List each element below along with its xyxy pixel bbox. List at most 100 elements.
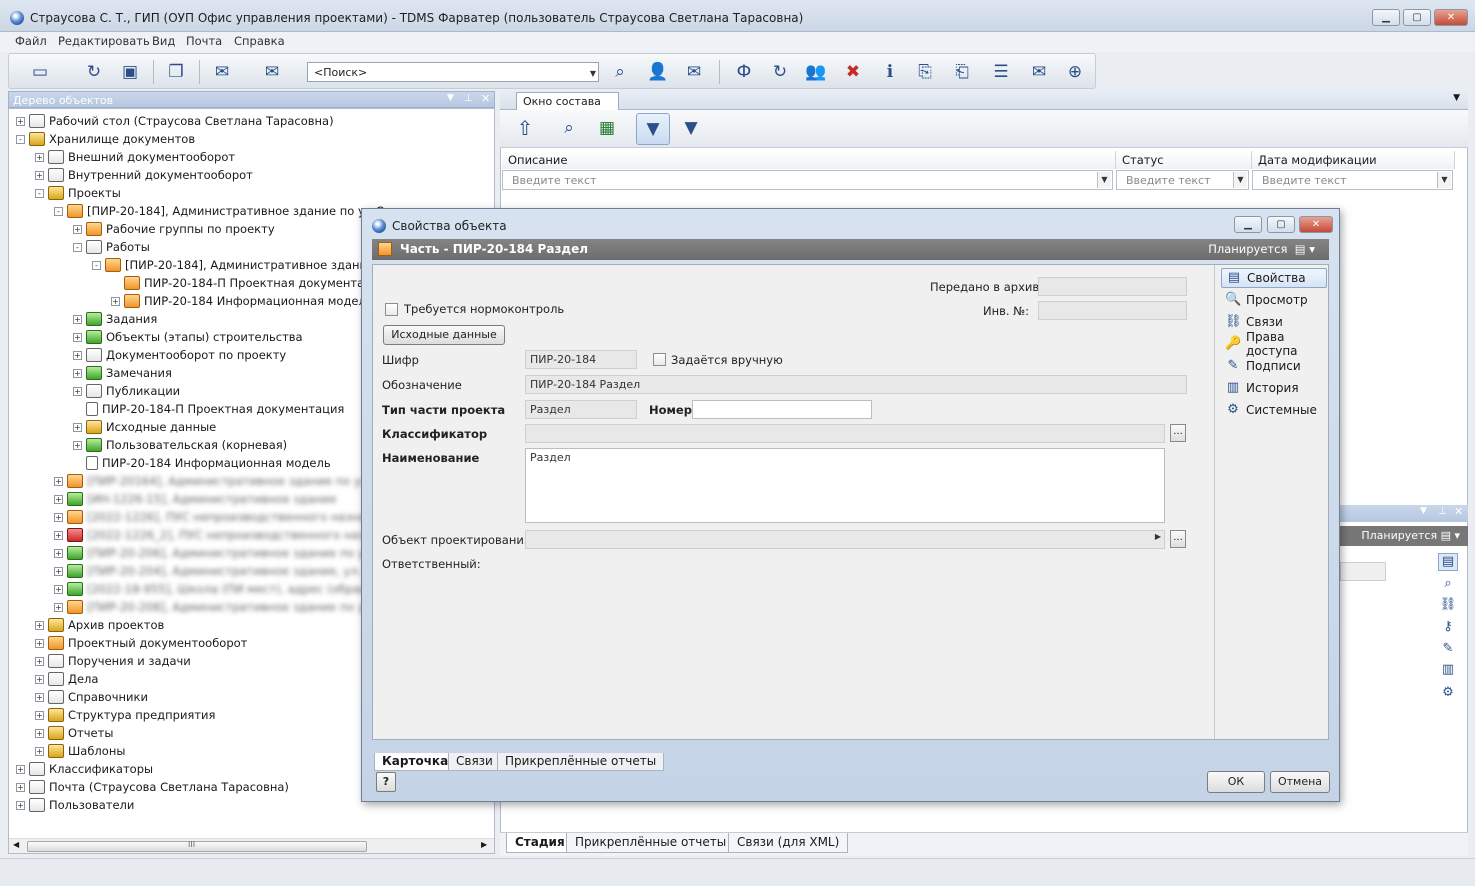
- expand-icon[interactable]: +: [73, 332, 82, 342]
- pin-icon[interactable]: ⊥: [464, 93, 473, 104]
- tab-links-xml[interactable]: Связи (для XML): [728, 833, 849, 853]
- nav-item[interactable]: ✎ Подписи: [1221, 356, 1327, 376]
- expand-icon[interactable]: +: [73, 440, 82, 450]
- status-menu-icon[interactable]: ▤ ▾: [1441, 529, 1460, 542]
- expand-icon[interactable]: +: [54, 512, 63, 522]
- disconnect-icon[interactable]: ✖: [842, 61, 864, 83]
- pane-close-icon[interactable]: ✕: [481, 92, 490, 105]
- maximize-button[interactable]: ▢: [1403, 9, 1431, 26]
- dialog-minimize-button[interactable]: ▁: [1234, 216, 1262, 233]
- tree-node[interactable]: + [ПИР-20-204], Административное здание, …: [54, 563, 388, 579]
- expand-icon[interactable]: +: [35, 620, 44, 630]
- doc-down-icon[interactable]: ⎘: [914, 61, 936, 83]
- collapse-icon[interactable]: -: [73, 242, 82, 252]
- expand-icon[interactable]: +: [35, 674, 44, 684]
- expand-icon[interactable]: +: [73, 314, 82, 324]
- tree-node[interactable]: + Архив проектов: [35, 617, 164, 633]
- tree-node[interactable]: - Работы: [73, 239, 150, 255]
- expand-icon[interactable]: +: [35, 656, 44, 666]
- minimize-button[interactable]: ▁: [1372, 9, 1400, 26]
- copy-icon[interactable]: ❐: [165, 61, 187, 83]
- tree-node[interactable]: + Поручения и задачи: [35, 653, 191, 669]
- signatures-icon[interactable]: ✎: [1438, 641, 1458, 659]
- nav-item[interactable]: 🔑 Права доступа: [1221, 330, 1327, 358]
- doc-up-icon[interactable]: ⎗: [951, 61, 973, 83]
- tree-node[interactable]: + Почта (Страусова Светлана Тарасовна): [16, 779, 289, 795]
- filter-status-input[interactable]: Введите текст ▼: [1116, 170, 1249, 190]
- globe-icon[interactable]: ⊕: [1064, 61, 1086, 83]
- pin-icon[interactable]: ⊥: [1438, 506, 1447, 517]
- menu-file[interactable]: Файл: [15, 34, 47, 48]
- tree-node[interactable]: - Проекты: [35, 185, 121, 201]
- expand-icon[interactable]: +: [73, 224, 82, 234]
- expand-icon[interactable]: +: [16, 782, 25, 792]
- expand-icon[interactable]: +: [54, 494, 63, 504]
- tab-stage[interactable]: Стадия: [506, 833, 574, 853]
- expand-icon[interactable]: +: [73, 422, 82, 432]
- tab-links[interactable]: Связи: [448, 753, 501, 771]
- tree-node[interactable]: + Справочники: [35, 689, 148, 705]
- collapse-icon[interactable]: -: [92, 260, 101, 270]
- inbox-icon[interactable]: ✉: [1028, 61, 1050, 83]
- collapse-icon[interactable]: -: [35, 188, 44, 198]
- menu-mail[interactable]: Почта: [186, 34, 222, 48]
- source-data-button[interactable]: Исходные данные: [383, 325, 505, 345]
- design-object-browse-button[interactable]: ...: [1170, 530, 1186, 548]
- ok-button[interactable]: ОК: [1207, 771, 1265, 793]
- tree-node[interactable]: ПИР-20-184-П Проектная документация: [73, 401, 344, 417]
- tree-node[interactable]: + Структура предприятия: [35, 707, 215, 723]
- filter-icon[interactable]: ▼: [636, 113, 670, 145]
- tree-node[interactable]: + Объекты (этапы) строительства: [73, 329, 303, 345]
- dialog-maximize-button[interactable]: ▢: [1267, 216, 1295, 233]
- nav-item[interactable]: ▥ История: [1221, 378, 1327, 398]
- chevron-right-icon[interactable]: ▶: [1155, 532, 1161, 541]
- tree-node[interactable]: + Отчеты: [35, 725, 113, 741]
- system-icon[interactable]: ⚙: [1438, 685, 1458, 703]
- object-status[interactable]: Планируется ▤ ▾: [1208, 242, 1315, 256]
- close-button[interactable]: ✕: [1434, 9, 1468, 26]
- expand-icon[interactable]: +: [35, 728, 44, 738]
- column-header-status[interactable]: Статус: [1116, 151, 1252, 169]
- rotate-icon[interactable]: ↻: [769, 61, 791, 83]
- normcontrol-checkbox[interactable]: [385, 303, 398, 316]
- tab-attached-reports[interactable]: Прикреплённые отчеты: [566, 833, 736, 853]
- tree-node[interactable]: + [ПИР-20-206], Административное здание п…: [54, 545, 387, 561]
- find-user-icon[interactable]: 👤: [647, 61, 669, 83]
- tree-node[interactable]: + Проектный документооборот: [35, 635, 247, 651]
- expand-icon[interactable]: +: [54, 602, 63, 612]
- expand-icon[interactable]: +: [54, 530, 63, 540]
- tree-node[interactable]: + Исходные данные: [73, 419, 216, 435]
- send-mail-icon[interactable]: ✉: [683, 61, 705, 83]
- new-object-icon[interactable]: ▭: [29, 61, 51, 83]
- pane-close-icon[interactable]: ✕: [1454, 505, 1463, 518]
- cancel-button[interactable]: Отмена: [1270, 771, 1330, 793]
- filter-settings-icon[interactable]: ▼: [680, 117, 702, 139]
- tree-node[interactable]: - [ПИР-20-184], Административное здание п: [92, 257, 385, 273]
- tree-node[interactable]: + [2022-1226], ПУС непроизводственного на…: [54, 509, 373, 525]
- up-level-icon[interactable]: ⇧: [514, 117, 536, 139]
- expand-icon[interactable]: +: [16, 800, 25, 810]
- expand-icon[interactable]: +: [35, 710, 44, 720]
- tree-node[interactable]: + Внутренний документооборот: [35, 167, 253, 183]
- scroll-right-icon[interactable]: ▶: [481, 840, 487, 849]
- column-header-modified[interactable]: Дата модификации: [1252, 151, 1455, 169]
- search-in-list-icon[interactable]: ⌕: [558, 117, 580, 139]
- nav-item[interactable]: ⛓ Связи: [1221, 312, 1327, 332]
- tab-attached-reports[interactable]: Прикреплённые отчеты: [497, 753, 665, 771]
- expand-icon[interactable]: +: [54, 548, 63, 558]
- expand-icon[interactable]: +: [35, 170, 44, 180]
- nav-item[interactable]: 🔍 Просмотр: [1221, 290, 1327, 310]
- tree-node[interactable]: + Публикации: [73, 383, 180, 399]
- status-menu-icon[interactable]: ▤ ▾: [1295, 242, 1315, 256]
- menu-edit[interactable]: Редактировать: [58, 34, 150, 48]
- classifier-browse-button[interactable]: ...: [1170, 424, 1186, 442]
- screen-icon[interactable]: ▣: [119, 61, 141, 83]
- expand-icon[interactable]: +: [73, 350, 82, 360]
- menu-view[interactable]: Вид: [152, 34, 175, 48]
- number-input[interactable]: [692, 400, 872, 419]
- filter-description-input[interactable]: Введите текст ▼: [502, 170, 1113, 190]
- dialog-close-button[interactable]: ✕: [1299, 216, 1333, 233]
- tree-node[interactable]: + Рабочий стол (Страусова Светлана Тарасо…: [16, 113, 334, 129]
- tree-node[interactable]: - Хранилище документов: [16, 131, 195, 147]
- tree-node[interactable]: + Задания: [73, 311, 157, 327]
